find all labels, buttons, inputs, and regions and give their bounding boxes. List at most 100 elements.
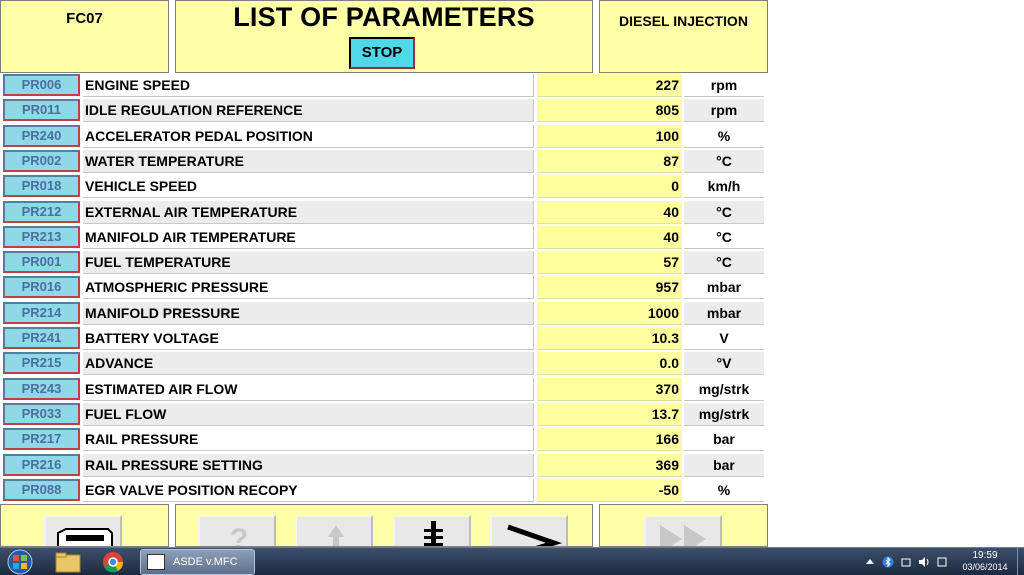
- parameter-row: PR216 RAIL PRESSURE SETTING 369 bar: [0, 453, 768, 478]
- task-label: ASDE v.MFC: [173, 556, 238, 568]
- folder-icon: [55, 552, 81, 573]
- parameter-row: PR011 IDLE REGULATION REFERENCE 805 rpm: [0, 98, 768, 123]
- parameter-unit: mbar: [684, 276, 764, 300]
- parameter-value: 13.7: [537, 402, 682, 426]
- start-button[interactable]: [4, 549, 36, 575]
- parameter-name: EXTERNAL AIR TEMPERATURE: [83, 200, 534, 224]
- parameter-unit: bar: [684, 428, 764, 452]
- parameter-row: PR033 FUEL FLOW 13.7 mg/strk: [0, 402, 768, 427]
- parameter-code-button[interactable]: PR214: [3, 301, 80, 324]
- parameter-name: FUEL TEMPERATURE: [83, 251, 534, 275]
- function-code: FC07: [66, 10, 103, 27]
- parameter-code-button[interactable]: PR002: [3, 149, 80, 172]
- parameter-unit: %: [684, 124, 764, 148]
- show-hidden-icons-icon[interactable]: [864, 556, 876, 568]
- svg-text:?: ?: [230, 523, 248, 547]
- chrome-icon: [103, 552, 124, 573]
- parameter-unit: °C: [684, 149, 764, 173]
- print-button[interactable]: [44, 515, 122, 546]
- parameter-value: 0: [537, 175, 682, 199]
- help-button[interactable]: ?: [198, 515, 276, 547]
- parameter-code-button[interactable]: PR216: [3, 453, 80, 476]
- parameter-code-button[interactable]: PR215: [3, 352, 80, 375]
- show-desktop-button[interactable]: [1017, 548, 1024, 575]
- parameter-value: -50: [537, 478, 682, 502]
- system-tray: 19:59 03/06/2014: [860, 548, 1024, 575]
- parameter-code-button[interactable]: PR001: [3, 251, 80, 274]
- parameter-name: RAIL PRESSURE: [83, 428, 534, 452]
- action-center-icon[interactable]: [936, 556, 948, 568]
- parameter-unit: °V: [684, 352, 764, 376]
- parameter-unit: %: [684, 478, 764, 502]
- header-title-panel: LIST OF PARAMETERS STOP: [175, 0, 593, 73]
- parameter-row: PR215 ADVANCE 0.0 °V: [0, 351, 768, 376]
- parameter-name: ENGINE SPEED: [83, 74, 534, 97]
- parameter-code-button[interactable]: PR243: [3, 377, 80, 400]
- printer-icon: [57, 528, 113, 546]
- parameter-value: 57: [537, 251, 682, 275]
- parameter-value: 40: [537, 225, 682, 249]
- parameter-row: PR217 RAIL PRESSURE 166 bar: [0, 427, 768, 452]
- volume-icon[interactable]: [918, 556, 930, 568]
- parameter-code-button[interactable]: PR213: [3, 225, 80, 248]
- parameter-code-button[interactable]: PR240: [3, 124, 80, 147]
- parameter-code-button[interactable]: PR006: [3, 74, 80, 96]
- parameter-value: 40: [537, 200, 682, 224]
- asde-window: FC07 LIST OF PARAMETERS STOP DIESEL INJE…: [0, 0, 768, 547]
- parameter-name: BATTERY VOLTAGE: [83, 327, 534, 350]
- connector-button[interactable]: [393, 515, 471, 546]
- parameter-value: 227: [537, 74, 682, 97]
- parameter-unit: mg/strk: [684, 402, 764, 426]
- header-system-panel: DIESEL INJECTION: [599, 0, 768, 73]
- parameter-row: PR001 FUEL TEMPERATURE 57 °C: [0, 250, 768, 275]
- parameter-unit: °C: [684, 200, 764, 224]
- parameter-value: 370: [537, 377, 682, 401]
- asde-taskbar-button[interactable]: ASDE v.MFC: [140, 549, 255, 575]
- parameter-unit: bar: [684, 453, 764, 477]
- parameter-name: IDLE REGULATION REFERENCE: [83, 99, 534, 123]
- parameter-code-button[interactable]: PR241: [3, 327, 80, 349]
- parameter-code-button[interactable]: PR033: [3, 402, 80, 425]
- stop-button[interactable]: STOP: [349, 37, 415, 69]
- parameter-code-button[interactable]: PR217: [3, 428, 80, 451]
- clock-date[interactable]: 03/06/2014: [953, 562, 1017, 572]
- parameter-name: WATER TEMPERATURE: [83, 149, 534, 173]
- parameter-code-button[interactable]: PR212: [3, 200, 80, 223]
- parameter-name: MANIFOLD PRESSURE: [83, 301, 534, 325]
- parameter-value: 369: [537, 453, 682, 477]
- parameter-code-button[interactable]: PR011: [3, 99, 80, 122]
- parameter-name: ATMOSPHERIC PRESSURE: [83, 276, 534, 300]
- up-button[interactable]: [295, 515, 373, 546]
- parameter-code-button[interactable]: PR018: [3, 175, 80, 198]
- system-name: DIESEL INJECTION: [619, 13, 748, 29]
- parameter-name: ACCELERATOR PEDAL POSITION: [83, 124, 534, 148]
- parameter-row: PR241 BATTERY VOLTAGE 10.3 V: [0, 326, 768, 351]
- parameter-row: PR213 MANIFOLD AIR TEMPERATURE 40 °C: [0, 225, 768, 250]
- bottom-toolbar-left: [0, 504, 169, 547]
- network-icon[interactable]: [900, 556, 912, 568]
- windows-logo-icon: [7, 549, 33, 575]
- parameter-row: PR243 ESTIMATED AIR FLOW 370 mg/strk: [0, 377, 768, 402]
- parameter-value: 957: [537, 276, 682, 300]
- parameter-value: 10.3: [537, 327, 682, 350]
- parameter-name: VEHICLE SPEED: [83, 175, 534, 199]
- parameter-unit: V: [684, 327, 764, 350]
- help-icon: ?: [230, 523, 248, 547]
- parameter-name: ESTIMATED AIR FLOW: [83, 377, 534, 401]
- desktop-background: [768, 0, 1024, 547]
- parameter-value: 166: [537, 428, 682, 452]
- parameter-code-button[interactable]: PR016: [3, 276, 80, 299]
- parameter-code-button[interactable]: PR088: [3, 478, 80, 501]
- parameter-value: 87: [537, 149, 682, 173]
- chrome-taskbar-button[interactable]: [93, 550, 133, 574]
- parameter-row: PR240 ACCELERATOR PEDAL POSITION 100%: [0, 124, 768, 149]
- explorer-taskbar-button[interactable]: [48, 550, 88, 574]
- parameter-name: FUEL FLOW: [83, 402, 534, 426]
- fast-forward-button[interactable]: [644, 515, 722, 546]
- application-icon: [147, 554, 165, 570]
- parameter-name: ADVANCE: [83, 352, 534, 376]
- next-button[interactable]: [490, 515, 568, 546]
- clock-time[interactable]: 19:59: [960, 550, 1010, 561]
- bluetooth-icon[interactable]: [882, 556, 894, 568]
- parameter-unit: rpm: [684, 99, 764, 123]
